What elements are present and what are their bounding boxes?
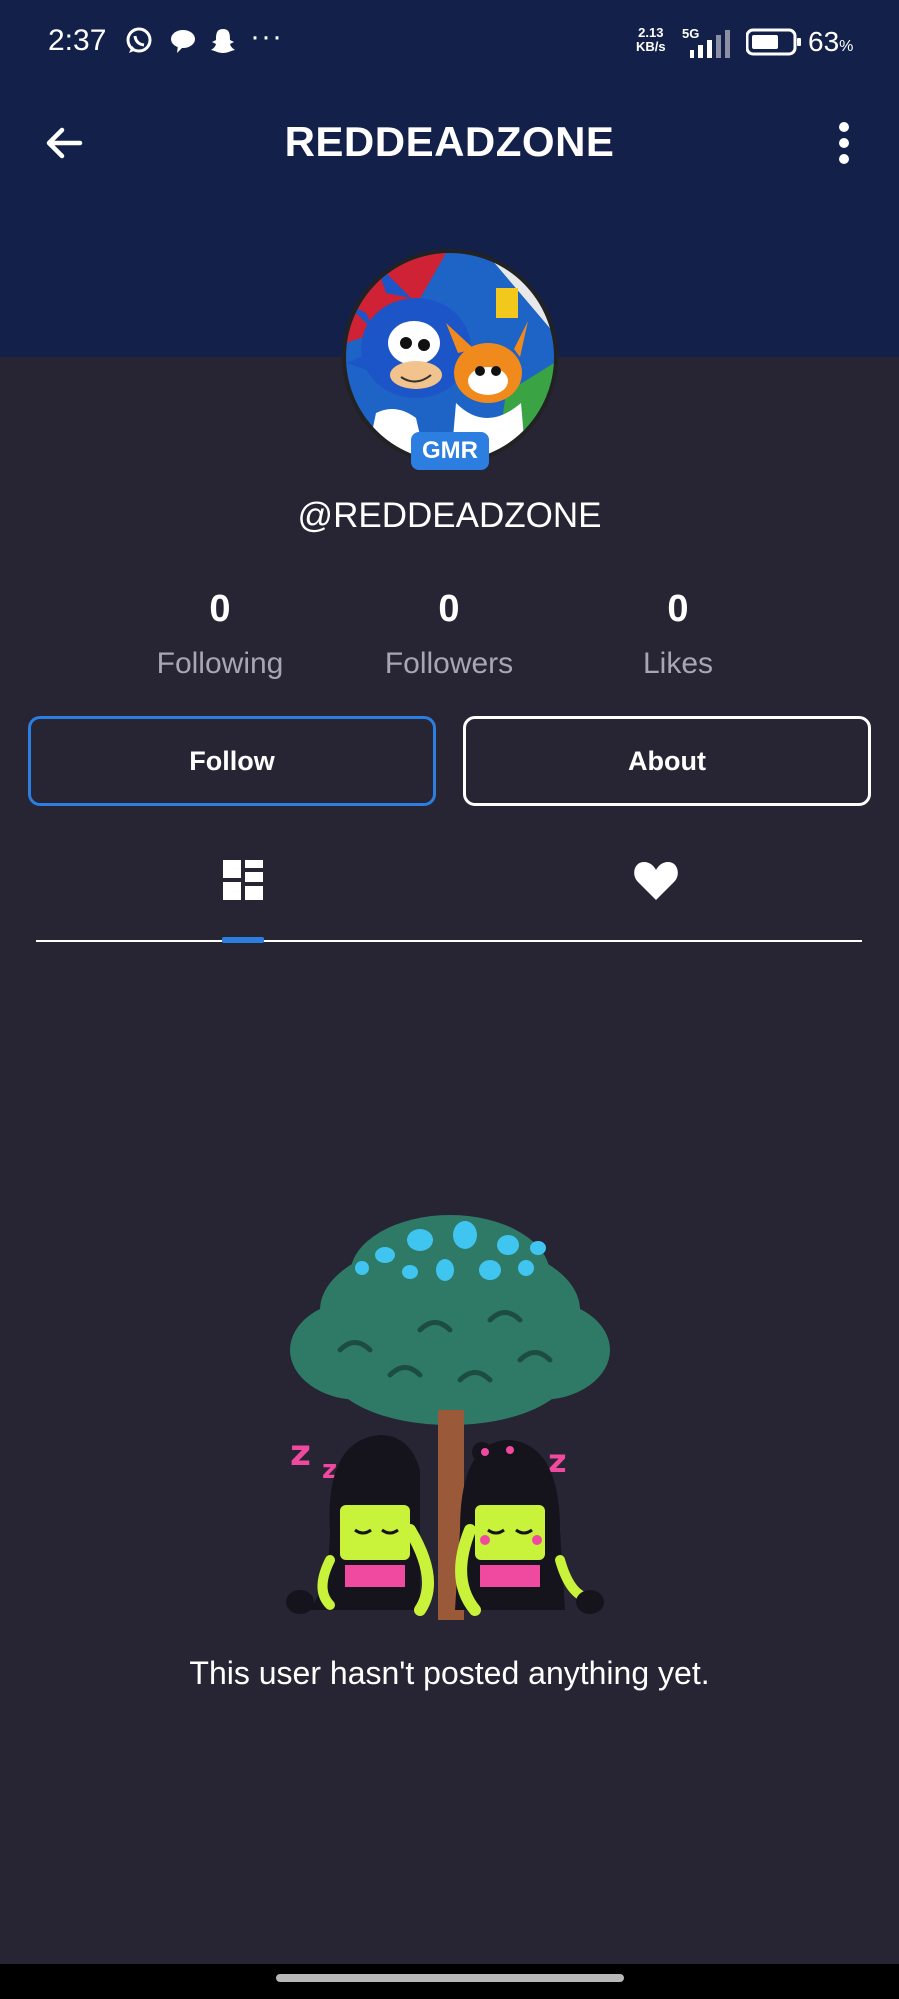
battery-percent-unit: % [839,38,854,55]
username: @REDDEADZONE [297,496,602,535]
avatar-image [346,253,554,461]
empty-state-illustration: z z z [286,1215,610,1620]
stat-likes: 0 Likes [568,588,788,681]
network-speed-unit: KB/s [636,39,666,54]
stat-value: 0 [209,588,231,630]
tabs-divider [36,940,862,942]
about-button[interactable]: About [463,716,871,806]
whatsapp-icon [126,27,152,53]
stat-value: 0 [438,588,460,630]
status-bar: 2:37 ··· 2.13 KB/s 5G 63% [0,0,899,86]
more-notifications-icon: ··· [250,20,283,53]
battery-percent: 63% [808,26,853,58]
dashboard-grid-icon [223,860,263,900]
stat-followers[interactable]: 0 Followers [339,588,559,681]
more-options-icon[interactable] [826,118,862,168]
stat-label: Following [156,647,284,680]
home-indicator[interactable] [276,1974,624,1982]
stat-following[interactable]: 0 Following [110,588,330,681]
battery-percent-value: 63 [808,26,840,57]
network-speed-value: 2.13 [638,25,664,40]
avatar-badge: GMR [411,432,489,470]
follow-button[interactable]: Follow [28,716,436,806]
svg-text:z: z [290,1433,311,1474]
battery-icon [746,28,801,56]
status-time: 2:37 [48,24,107,57]
page-title: REDDEADZONE [284,118,615,165]
active-tab-indicator [222,937,264,943]
network-speed: 2.13 KB/s [636,26,666,54]
tab-likes[interactable] [626,850,686,910]
empty-state-message: This user hasn't posted anything yet. [189,1655,710,1691]
snapchat-icon [211,29,235,53]
heart-icon [634,862,678,900]
stat-label: Likes [642,647,714,680]
tab-posts[interactable] [213,850,273,910]
chat-bubble-icon [171,30,195,53]
stat-label: Followers [384,647,514,680]
stat-value: 0 [667,588,689,630]
signal-strength-icon [690,30,730,58]
